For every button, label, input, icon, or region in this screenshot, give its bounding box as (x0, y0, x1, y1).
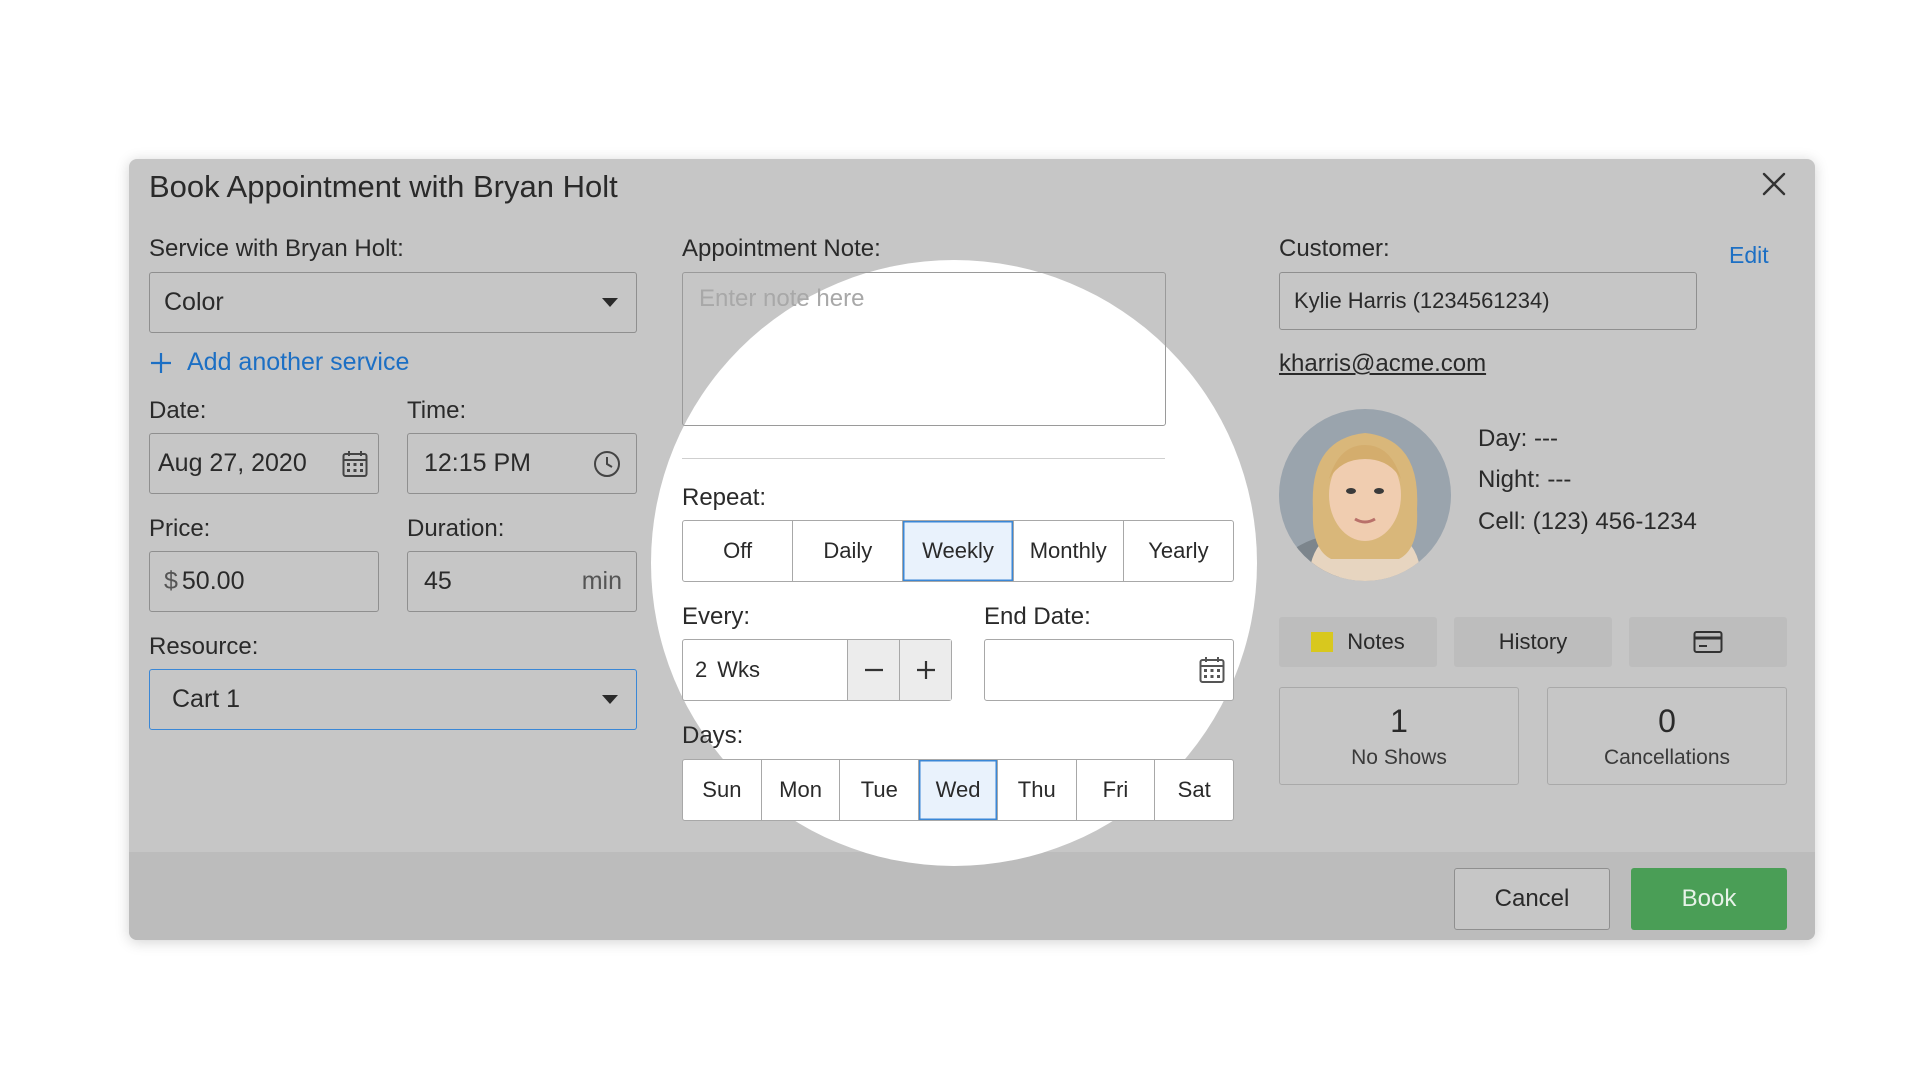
price-label: Price: (149, 515, 211, 542)
calendar-icon (340, 449, 370, 479)
duration-unit: min (581, 567, 622, 595)
no-shows-count: 1 (1390, 702, 1408, 739)
customer-cell-phone: Cell: (123) 456-1234 (1478, 508, 1697, 535)
notes-tab[interactable]: Notes (1279, 617, 1437, 667)
customer-field[interactable]: Kylie Harris (1234561234) (1279, 272, 1697, 330)
increment-button[interactable] (899, 640, 951, 700)
customer-avatar (1279, 409, 1451, 581)
history-tab[interactable]: History (1454, 617, 1612, 667)
resource-label: Resource: (149, 633, 259, 660)
decrement-button[interactable] (847, 640, 899, 700)
price-field[interactable]: $ 50.00 (149, 551, 379, 612)
note-placeholder: Enter note here (699, 285, 865, 312)
date-value: Aug 27, 2020 (158, 449, 307, 477)
history-tab-label: History (1498, 629, 1568, 654)
add-service-label: Add another service (187, 348, 410, 376)
customer-day-phone: Day: --- (1478, 425, 1558, 452)
close-icon[interactable] (1759, 169, 1789, 199)
appointment-note-textarea[interactable]: Enter note here (682, 272, 1166, 426)
repeat-option-daily[interactable]: Daily (793, 521, 904, 581)
no-shows-stat: 1 No Shows (1279, 687, 1519, 785)
time-label: Time: (407, 397, 467, 424)
customer-email-link[interactable]: kharris@acme.com (1279, 350, 1486, 378)
day-sun[interactable]: Sun (683, 760, 762, 820)
duration-value: 45 (424, 567, 452, 595)
clock-icon (592, 449, 622, 479)
day-mon[interactable]: Mon (762, 760, 841, 820)
time-field[interactable]: 12:15 PM (407, 433, 637, 494)
card-icon (1693, 631, 1723, 653)
every-value-field[interactable]: 2 Wks (683, 640, 847, 700)
add-service-link[interactable]: Add another service (149, 348, 409, 377)
day-thu[interactable]: Thu (998, 760, 1077, 820)
notes-tab-label: Notes (1347, 629, 1405, 654)
service-value: Color (164, 288, 224, 316)
customer-name: Kylie Harris (1234561234) (1294, 288, 1550, 313)
every-unit: Wks (717, 657, 761, 682)
date-label: Date: (149, 397, 207, 424)
cancellations-count: 0 (1658, 702, 1676, 739)
repeat-label: Repeat: (682, 484, 767, 511)
day-wed[interactable]: Wed (919, 760, 998, 820)
price-value: 50.00 (181, 567, 245, 595)
day-fri[interactable]: Fri (1077, 760, 1156, 820)
repeat-option-yearly[interactable]: Yearly (1124, 521, 1233, 581)
chevron-down-icon (602, 298, 618, 307)
repeat-option-weekly[interactable]: Weekly (903, 521, 1014, 581)
repeat-option-monthly[interactable]: Monthly (1014, 521, 1124, 581)
resource-value: Cart 1 (172, 685, 241, 713)
date-field[interactable]: Aug 27, 2020 (149, 433, 379, 494)
page: Book Appointment with Bryan Holt Service… (0, 0, 1920, 1080)
book-appointment-dialog: Book Appointment with Bryan Holt Service… (129, 159, 1815, 940)
repeat-segmented-control: Off Daily Weekly Monthly Yearly (682, 520, 1234, 582)
duration-field[interactable]: 45 min (407, 551, 637, 612)
minus-icon (864, 668, 883, 672)
edit-customer-link[interactable]: Edit (1729, 242, 1769, 269)
cancellations-stat: 0 Cancellations (1547, 687, 1787, 785)
service-label: Service with Bryan Holt: (149, 235, 404, 262)
cancel-button[interactable]: Cancel (1454, 868, 1610, 930)
plus-icon (151, 352, 171, 373)
note-label: Appointment Note: (682, 235, 881, 262)
every-label: Every: (682, 603, 751, 630)
customer-night-phone: Night: --- (1478, 466, 1572, 493)
day-sat[interactable]: Sat (1155, 760, 1233, 820)
customer-label: Customer: (1279, 235, 1390, 262)
currency-symbol: $ (164, 567, 178, 595)
end-date-label: End Date: (984, 603, 1091, 630)
repeat-option-off[interactable]: Off (683, 521, 794, 581)
payment-tab[interactable] (1629, 617, 1787, 667)
time-value: 12:15 PM (424, 449, 532, 477)
cancellations-label: Cancellations (1603, 746, 1731, 770)
no-shows-label: No Shows (1351, 746, 1447, 770)
end-date-field[interactable] (984, 639, 1234, 701)
every-stepper: 2 Wks (682, 639, 952, 701)
service-select[interactable]: Color (149, 272, 637, 333)
every-value: 2 (695, 657, 708, 682)
dialog-title: Book Appointment with Bryan Holt (149, 169, 618, 204)
plus-icon (916, 661, 935, 679)
resource-select[interactable]: Cart 1 (149, 669, 637, 730)
day-tue[interactable]: Tue (840, 760, 920, 820)
book-button[interactable]: Book (1631, 868, 1787, 930)
chevron-down-icon (602, 695, 618, 704)
divider (682, 458, 1165, 459)
days-label: Days: (682, 722, 744, 749)
duration-label: Duration: (407, 515, 505, 542)
calendar-icon (1199, 657, 1225, 683)
days-segmented-control: Sun Mon Tue Wed Thu Fri Sat (682, 759, 1234, 821)
sticky-note-icon (1311, 632, 1334, 652)
